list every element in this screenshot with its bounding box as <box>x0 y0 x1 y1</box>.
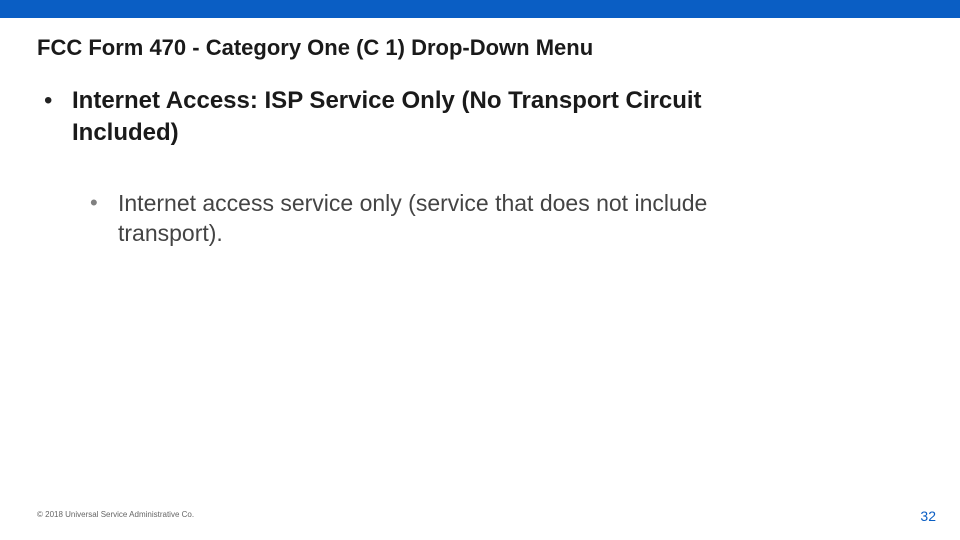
slide-title: FCC Form 470 - Category One (C 1) Drop-D… <box>37 35 593 61</box>
bullet-icon: • <box>44 85 52 117</box>
footer-copyright: © 2018 Universal Service Administrative … <box>37 510 194 519</box>
slide-content: FCC Form 470 - Category One (C 1) Drop-D… <box>0 18 960 540</box>
top-accent-bar <box>0 0 960 18</box>
sub-bullet-item: • Internet access service only (service … <box>90 188 790 248</box>
page-number: 32 <box>920 508 936 524</box>
main-bullet-item: • Internet Access: ISP Service Only (No … <box>44 85 804 149</box>
sub-bullet-text: Internet access service only (service th… <box>118 188 790 248</box>
bullet-icon: • <box>90 188 98 218</box>
main-bullet-text: Internet Access: ISP Service Only (No Tr… <box>72 85 804 149</box>
